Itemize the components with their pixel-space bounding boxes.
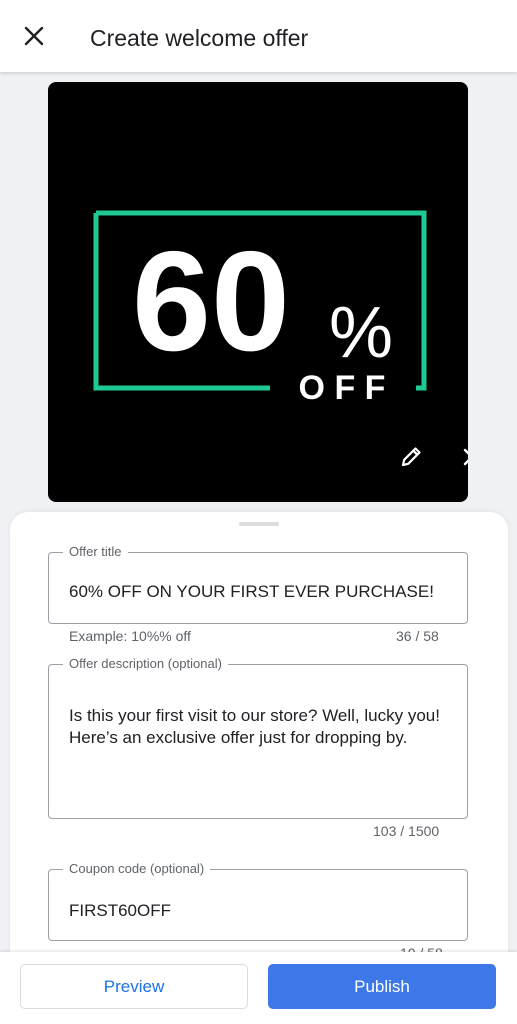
offer-title-label: Offer title: [63, 544, 128, 560]
preview-button[interactable]: Preview: [20, 964, 248, 1009]
offer-description-value: Is this your first visit to our store? W…: [69, 706, 440, 747]
offer-percent-sign: %: [329, 293, 393, 373]
offer-description-field[interactable]: Offer description (optional) Is this you…: [48, 656, 468, 819]
drag-handle[interactable]: [239, 522, 279, 526]
page-title: Create welcome offer: [90, 25, 309, 51]
publish-button[interactable]: Publish: [268, 964, 496, 1009]
coupon-code-field[interactable]: Coupon code (optional) FIRST60OFF: [48, 861, 468, 941]
app-bar: Create welcome offer: [0, 0, 517, 72]
offer-off-text: O F F: [299, 369, 386, 407]
offer-description-counter: 103 / 1500: [373, 823, 440, 839]
pencil-icon[interactable]: [393, 439, 429, 475]
offer-title-field[interactable]: Offer title 60% OFF ON YOUR FIRST EVER P…: [48, 544, 468, 624]
offer-title-value: 60% OFF ON YOUR FIRST EVER PURCHASE!: [69, 582, 434, 601]
coupon-code-label: Coupon code (optional): [63, 861, 211, 877]
offer-title-example: Example: 10%% off: [69, 628, 191, 644]
form-sheet: Offer title 60% OFF ON YOUR FIRST EVER P…: [10, 512, 508, 1024]
offer-big-number: 60: [132, 222, 290, 381]
bottom-action-bar: Preview Publish: [0, 952, 517, 1024]
close-icon[interactable]: [20, 22, 48, 50]
close-icon[interactable]: [454, 439, 468, 475]
coupon-code-value: FIRST60OFF: [69, 901, 172, 920]
offer-title-counter: 36 / 58: [396, 628, 439, 644]
offer-image[interactable]: 60 % O F F: [48, 82, 468, 502]
offer-description-label: Offer description (optional): [63, 656, 228, 672]
